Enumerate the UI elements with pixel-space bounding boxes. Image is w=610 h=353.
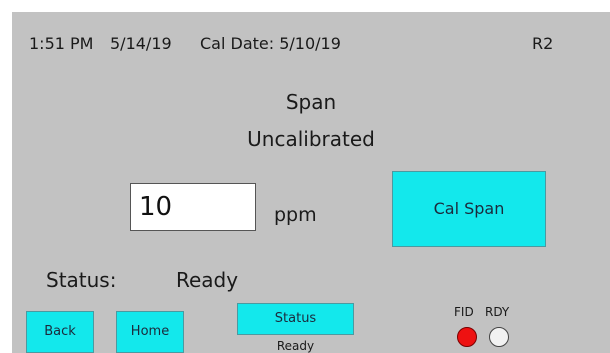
back-button[interactable]: Back bbox=[26, 311, 94, 353]
header-cal-date: Cal Date: 5/10/19 bbox=[200, 34, 341, 53]
header-time: 1:51 PM bbox=[29, 34, 94, 53]
cal-span-button[interactable]: Cal Span bbox=[392, 171, 546, 247]
status-button[interactable]: Status bbox=[237, 303, 354, 335]
calibration-state: Uncalibrated bbox=[247, 127, 375, 151]
rdy-indicator-label: RDY bbox=[485, 305, 510, 319]
status-value: Ready bbox=[176, 268, 239, 292]
fid-indicator-label: FID bbox=[454, 305, 474, 319]
header-revision: R2 bbox=[532, 34, 554, 53]
header-date: 5/14/19 bbox=[110, 34, 172, 53]
page-title: Span bbox=[285, 90, 337, 114]
span-unit-label: ppm bbox=[274, 204, 317, 226]
status-button-caption: Ready bbox=[276, 339, 315, 353]
rdy-indicator-lamp bbox=[489, 327, 509, 347]
span-value-field[interactable]: 10 bbox=[130, 183, 256, 231]
instrument-screen: 1:51 PM 5/14/19 Cal Date: 5/10/19 R2 Spa… bbox=[12, 12, 610, 353]
status-label: Status: bbox=[46, 268, 117, 292]
fid-indicator-lamp bbox=[457, 327, 477, 347]
home-button[interactable]: Home bbox=[116, 311, 184, 353]
